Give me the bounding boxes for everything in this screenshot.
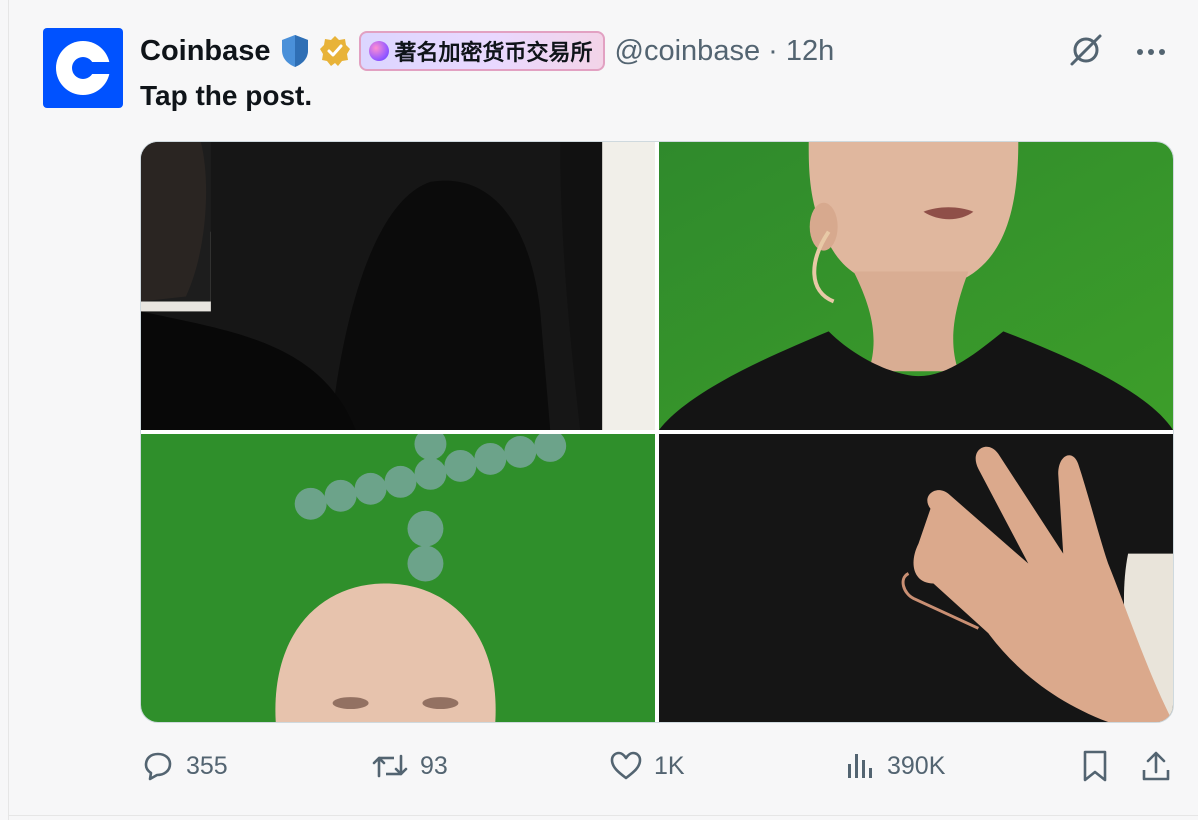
post-time[interactable]: 12h — [786, 35, 834, 67]
more-icon[interactable] — [1136, 44, 1166, 62]
affiliation-icon — [368, 41, 389, 61]
affiliation-badge[interactable]: 著名加密货币交易所 — [358, 31, 605, 71]
views-icon — [848, 754, 872, 778]
author-name[interactable]: Coinbase — [140, 35, 271, 68]
header-actions — [1066, 30, 1166, 75]
repost-button[interactable]: 93 — [370, 748, 448, 784]
separator: · — [768, 34, 778, 67]
photo-bottom-right[interactable] — [659, 434, 1173, 722]
share-icon — [1142, 751, 1170, 781]
post-text: Tap the post. — [140, 80, 313, 111]
share-button[interactable] — [1140, 748, 1172, 784]
media-grid[interactable] — [140, 141, 1174, 723]
post-actions: 355 93 1K 390K — [140, 748, 1174, 794]
author-handle[interactable]: @coinbase · 12h — [615, 35, 835, 68]
avatar[interactable] — [43, 28, 123, 108]
bookmark-icon — [1083, 750, 1107, 782]
repost-icon — [372, 754, 408, 778]
photo-bottom-left[interactable] — [141, 434, 655, 722]
photo-top-left[interactable] — [141, 142, 655, 430]
frame-border — [8, 0, 9, 820]
coinbase-logo-icon — [56, 41, 111, 95]
affiliation-label: 著名加密货币交易所 — [394, 40, 593, 65]
grok-icon[interactable] — [1066, 30, 1106, 75]
like-count: 1K — [654, 751, 685, 780]
reply-button[interactable]: 355 — [140, 748, 228, 784]
divider — [9, 815, 1198, 816]
like-button[interactable]: 1K — [608, 748, 685, 784]
reply-icon — [144, 752, 172, 781]
photo-top-right[interactable] — [659, 142, 1173, 430]
post-header: Coinbase 著名加密货币交易所 @coinbase · 12h — [140, 30, 834, 72]
bookmark-button[interactable] — [1080, 748, 1110, 784]
views-count: 390K — [887, 751, 946, 780]
shield-icon — [279, 33, 311, 69]
heart-icon — [610, 751, 642, 780]
verified-badge-icon[interactable] — [319, 35, 351, 67]
reply-count: 355 — [186, 751, 228, 780]
repost-count: 93 — [420, 751, 448, 780]
handle-text: @coinbase — [614, 34, 761, 67]
views-button[interactable]: 390K — [845, 748, 945, 784]
